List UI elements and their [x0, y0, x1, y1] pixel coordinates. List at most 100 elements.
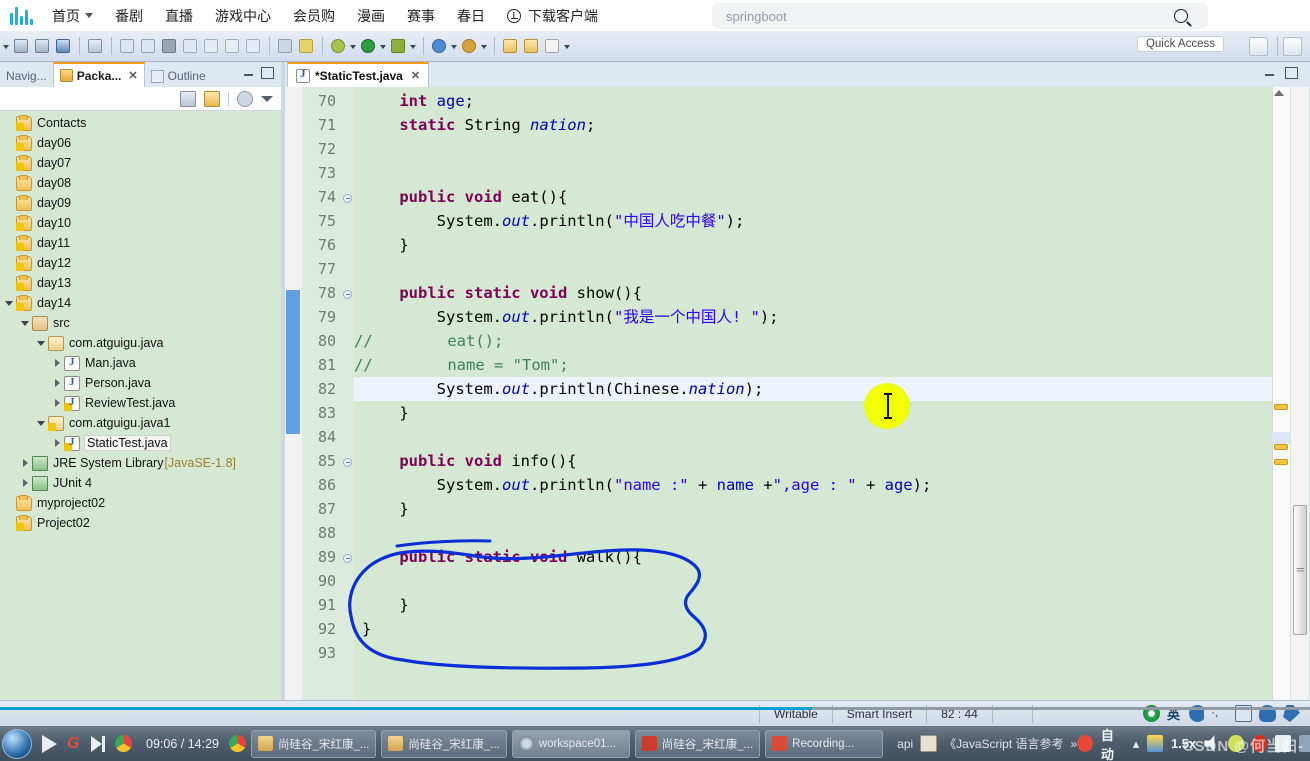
warning-marker[interactable] [1274, 404, 1288, 410]
tree-item[interactable]: Man.java [0, 353, 281, 373]
taskbar-misc-overflow[interactable]: » [1071, 737, 1078, 751]
chevron-down-icon[interactable] [4, 293, 16, 313]
code-line[interactable]: public void eat(){ [354, 185, 567, 209]
annotation-ruler[interactable] [285, 87, 302, 707]
nav-item-spring[interactable]: 春日 [457, 6, 485, 26]
warning-marker[interactable] [1274, 459, 1288, 465]
tree-item[interactable]: day07 [0, 153, 281, 173]
open-perspective-icon[interactable] [1249, 37, 1268, 56]
chevron-down-icon[interactable] [36, 413, 48, 433]
video-progress-bar[interactable] [0, 705, 1310, 711]
chevron-right-icon[interactable] [20, 453, 32, 473]
scroll-up-arrow[interactable] [1274, 90, 1284, 96]
network-icon[interactable] [1147, 735, 1163, 752]
chrome-icon[interactable] [228, 735, 246, 752]
print-icon[interactable] [85, 35, 105, 57]
save-all-icon[interactable] [32, 35, 52, 57]
overview-ruler[interactable] [1272, 87, 1290, 707]
open-type-icon[interactable] [500, 35, 520, 57]
code-line[interactable]: int age; [354, 89, 474, 113]
tree-item[interactable]: day14 [0, 293, 281, 313]
quick-access-field[interactable]: Quick Access [1136, 36, 1224, 52]
coverage-arrow[interactable] [450, 35, 459, 57]
run-external-tools-icon[interactable] [388, 35, 408, 57]
taskbar-item[interactable]: Recording... [765, 729, 884, 758]
code-line[interactable]: } [354, 617, 371, 641]
code-line[interactable] [354, 641, 362, 665]
tree-item[interactable]: day09 [0, 193, 281, 213]
help-doc-icon[interactable] [920, 735, 938, 752]
step-into-icon[interactable] [180, 35, 200, 57]
nav-item-bangumi[interactable]: 番剧 [115, 6, 143, 26]
tree-item[interactable]: JUnit 4 [0, 473, 281, 493]
view-menu-icon[interactable] [261, 95, 273, 102]
chevron-right-icon[interactable] [52, 373, 64, 393]
tree-item[interactable]: day08 [0, 173, 281, 193]
run-dropdown-arrow[interactable] [379, 35, 388, 57]
step-over-icon[interactable] [117, 35, 137, 57]
warning-marker[interactable] [1274, 444, 1288, 450]
toolbar-overflow-arrow[interactable] [2, 35, 11, 57]
play-button-icon[interactable] [42, 734, 57, 753]
open-task-icon[interactable] [521, 35, 541, 57]
tree-item[interactable]: day06 [0, 133, 281, 153]
bilibili-logo-icon[interactable] [8, 5, 34, 27]
search-icon[interactable] [1174, 9, 1188, 23]
taskbar-misc-jsref[interactable]: 《JavaScript 语言参考 [944, 735, 1063, 752]
tab-package-explorer[interactable]: Packa... ✕ [52, 62, 145, 87]
chevron-right-icon[interactable] [52, 393, 64, 413]
tree-item[interactable]: day10 [0, 213, 281, 233]
code-text[interactable]: int age; static String nation; public vo… [354, 87, 1272, 707]
save-as-icon[interactable] [53, 35, 73, 57]
nav-item-download-client[interactable]: 下载客户端 [507, 6, 598, 26]
code-line[interactable] [354, 569, 362, 593]
nav-item-live[interactable]: 直播 [165, 6, 193, 26]
minimize-icon[interactable] [1264, 68, 1276, 80]
fold-collapse-icon[interactable] [343, 185, 353, 209]
run-icon[interactable] [358, 35, 378, 57]
fold-collapse-icon[interactable] [343, 281, 353, 305]
pause-icon[interactable] [138, 35, 158, 57]
code-line[interactable] [354, 161, 362, 185]
code-line[interactable]: } [354, 401, 408, 425]
code-line[interactable]: // eat(); [354, 329, 503, 353]
code-line[interactable]: public void info(){ [354, 449, 576, 473]
code-line[interactable] [354, 425, 362, 449]
tree-item[interactable]: day11 [0, 233, 281, 253]
code-line[interactable]: static String nation; [354, 113, 595, 137]
nav-item-gamecenter[interactable]: 游戏中心 [215, 6, 271, 26]
debug-dropdown-arrow[interactable] [349, 35, 358, 57]
nav-item-home[interactable]: 首页 [52, 6, 93, 26]
project-tree[interactable]: Contacts day06 day07 day08 day09 day10 day11 da… [0, 111, 281, 731]
tree-item[interactable]: day12 [0, 253, 281, 273]
remove-breakpoints-icon[interactable] [296, 35, 316, 57]
tray-expand-icon[interactable]: ▴ [1133, 736, 1140, 752]
folding-ruler[interactable] [342, 87, 354, 707]
editor-vertical-scrollbar[interactable] [1291, 87, 1309, 707]
tree-item[interactable]: Person.java [0, 373, 281, 393]
code-line[interactable] [354, 257, 362, 281]
taskbar-item[interactable]: 尚硅谷_宋红康_... [250, 729, 377, 758]
taskbar-item[interactable]: 尚硅谷_宋红康_... [381, 729, 507, 758]
chevron-down-icon[interactable] [36, 333, 48, 353]
stop-icon[interactable] [159, 35, 179, 57]
tree-item[interactable]: JRE System Library [JavaSE-1.8] [0, 453, 281, 473]
start-button-icon[interactable] [2, 728, 32, 759]
taskbar-item-active[interactable]: workspace01... [511, 729, 630, 758]
tree-item[interactable]: com.atguigu.java1 [0, 413, 281, 433]
code-line[interactable]: } [354, 233, 408, 257]
editor-tab-statictest[interactable]: *StaticTest.java ✕ [287, 62, 430, 87]
close-icon[interactable]: ✕ [128, 69, 137, 82]
save-icon[interactable] [11, 35, 31, 57]
external-tools-arrow[interactable] [409, 35, 418, 57]
code-line[interactable]: System.out.println(Chinese.nation); [354, 377, 764, 401]
sogou-tray-icon[interactable] [1077, 735, 1093, 752]
tree-item[interactable]: ReviewTest.java [0, 393, 281, 413]
search-arrow[interactable] [480, 35, 489, 57]
coverage-icon[interactable] [429, 35, 449, 57]
view-menu-filters-icon[interactable] [237, 90, 253, 107]
code-line[interactable]: } [354, 497, 408, 521]
code-editor[interactable]: 70 71 72 73 74 75 76 77 78 79 80 81 82 83 84 85 86 87 88 89… [285, 87, 1310, 731]
new-class-arrow[interactable] [563, 35, 572, 57]
chevron-right-icon[interactable] [52, 353, 64, 373]
